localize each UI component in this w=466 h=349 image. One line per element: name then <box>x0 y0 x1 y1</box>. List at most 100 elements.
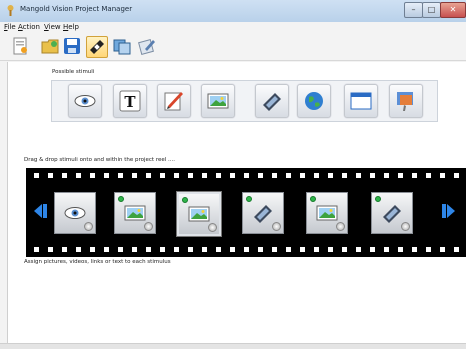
reel-perforation <box>76 173 81 178</box>
copy-icon[interactable] <box>112 36 132 56</box>
picture-icon <box>316 205 338 221</box>
reel-perforation <box>384 247 389 252</box>
reel-perforation <box>62 173 67 178</box>
presentation-icon <box>397 92 413 111</box>
reel-perforation <box>62 247 67 252</box>
close-button[interactable]: ✕ <box>440 2 466 18</box>
reel-perforation <box>370 173 375 178</box>
reel-perforation <box>230 247 235 252</box>
status-bar <box>0 343 466 349</box>
reel-perforation <box>34 173 39 178</box>
reel-perforation <box>412 173 417 178</box>
scroll-right-arrow-icon[interactable] <box>441 202 457 220</box>
reel-frame[interactable] <box>114 192 156 234</box>
reel-perforation <box>384 173 389 178</box>
stimulus-text-button[interactable]: T <box>113 84 147 118</box>
possible-stimuli-label: Possible stimuli <box>52 69 95 75</box>
reel-perforation <box>356 247 361 252</box>
stimulus-web-button[interactable] <box>297 84 331 118</box>
video-icon <box>383 205 401 223</box>
reel-perforation <box>300 247 305 252</box>
stimulus-video-button[interactable] <box>255 84 289 118</box>
reel-frame[interactable] <box>306 192 348 234</box>
reel-perforation <box>426 173 431 178</box>
reel-perforation <box>104 247 109 252</box>
reel-perforation <box>440 173 445 178</box>
reel-perforation <box>202 247 207 252</box>
drag-drop-hint: Drag & drop stimuli onto and within the … <box>24 157 176 163</box>
reel-perforation <box>174 173 179 178</box>
reel-perforation <box>398 173 403 178</box>
reel-frame[interactable] <box>371 192 413 234</box>
assign-badge-icon[interactable] <box>336 222 345 231</box>
reel-perforation <box>286 173 291 178</box>
reel-perforation <box>118 173 123 178</box>
menu-file[interactable]: File <box>4 23 16 31</box>
reel-frame[interactable] <box>54 192 96 234</box>
new-project-icon[interactable] <box>10 36 30 56</box>
menu-help[interactable]: Help <box>63 23 79 31</box>
stimulus-window-button[interactable] <box>344 84 378 118</box>
reel-perforation <box>90 173 95 178</box>
text-icon: T <box>119 90 141 112</box>
reel-perforation <box>146 247 151 252</box>
window-icon <box>350 92 372 110</box>
open-project-icon[interactable] <box>40 36 60 56</box>
reel-perforation <box>328 247 333 252</box>
stimulus-picture-button[interactable] <box>201 84 235 118</box>
video-icon <box>263 93 281 111</box>
reel-perforation <box>370 247 375 252</box>
reel-perforation <box>342 173 347 178</box>
reel-perforation <box>118 247 123 252</box>
reel-perforation <box>216 247 221 252</box>
picture-icon <box>188 206 210 222</box>
reel-perforation <box>398 247 403 252</box>
reel-perforation <box>174 247 179 252</box>
reel-perforation <box>104 173 109 178</box>
reel-perforation <box>48 247 53 252</box>
menu-action[interactable]: Action <box>18 23 40 31</box>
assign-badge-icon[interactable] <box>401 222 410 231</box>
reel-perforation <box>272 247 277 252</box>
reel-perforation <box>314 173 319 178</box>
reel-perforation <box>412 247 417 252</box>
save-icon[interactable] <box>62 36 82 56</box>
stimuli-palette <box>51 80 438 122</box>
picture-icon <box>207 93 229 109</box>
reel-perforation <box>244 247 249 252</box>
window-title: Mangold Vision Project Manager <box>20 5 133 13</box>
reel-perforation <box>300 173 305 178</box>
stimulus-drawing-button[interactable] <box>157 84 191 118</box>
reel-frame[interactable] <box>176 191 222 237</box>
reel-perforation <box>440 247 445 252</box>
video-icon <box>254 205 272 223</box>
drawing-icon <box>164 92 183 111</box>
scroll-left-arrow-icon[interactable] <box>32 202 48 220</box>
settings-icon[interactable] <box>137 36 157 56</box>
assign-badge-icon[interactable] <box>84 222 93 231</box>
assign-hint: Assign pictures, videos, links or text t… <box>24 259 171 265</box>
reel-perforation <box>132 173 137 178</box>
reel-button[interactable] <box>86 36 108 58</box>
assign-badge-icon[interactable] <box>208 223 217 232</box>
assign-badge-icon[interactable] <box>272 222 281 231</box>
reel-perforation <box>230 173 235 178</box>
svg-text:T: T <box>124 93 136 111</box>
stimulus-presentation-button[interactable] <box>389 84 423 118</box>
maximize-button[interactable]: □ <box>422 2 441 18</box>
menu-view[interactable]: View <box>44 23 61 31</box>
reel-perforation <box>286 247 291 252</box>
toolbar <box>0 34 466 61</box>
assign-badge-icon[interactable] <box>144 222 153 231</box>
minimize-button[interactable]: – <box>404 2 423 18</box>
reel-perforation <box>34 247 39 252</box>
app-window: Mangold Vision Project Manager – □ ✕ Fil… <box>0 0 466 349</box>
reel-perforation <box>216 173 221 178</box>
reel-frame[interactable] <box>242 192 284 234</box>
eye-icon <box>64 207 86 219</box>
reel-perforation <box>454 247 459 252</box>
reel-perforation <box>48 173 53 178</box>
stimulus-eye-button[interactable] <box>68 84 102 118</box>
reel-perforation <box>188 247 193 252</box>
reel-perforation <box>454 173 459 178</box>
